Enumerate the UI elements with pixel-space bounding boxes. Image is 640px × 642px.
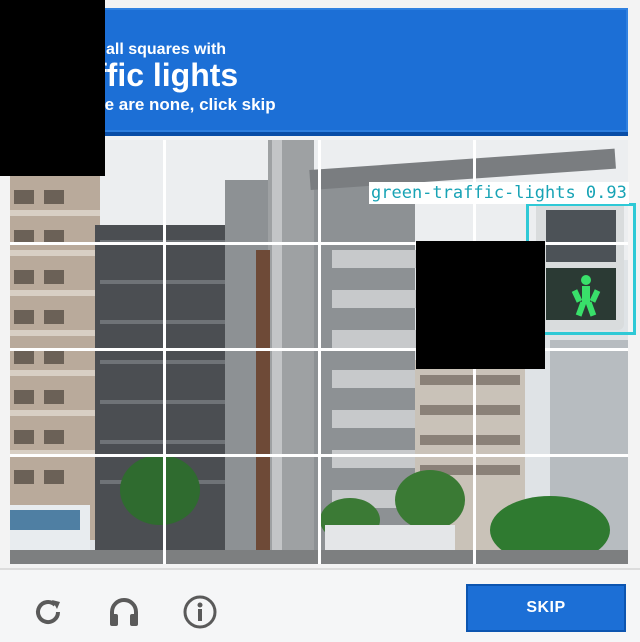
skip-button[interactable]: SKIP	[466, 584, 626, 632]
headphones-icon[interactable]	[104, 592, 144, 632]
grid-divider	[163, 140, 166, 564]
instruction-header: all squares with ffic lights re are none…	[14, 8, 628, 136]
grid-divider	[10, 454, 628, 457]
instruction-line-3: re are none, click skip	[98, 95, 276, 114]
captcha-footer: SKIP	[0, 568, 640, 642]
captcha-widget: all squares with ffic lights re are none…	[0, 0, 640, 642]
redaction-block	[0, 0, 105, 176]
detection-label: green-traffic-lights 0.93	[369, 182, 629, 204]
grid-divider	[318, 140, 321, 564]
redaction-block	[416, 241, 545, 369]
info-icon[interactable]	[180, 592, 220, 632]
instruction-target: ffic lights	[96, 57, 239, 93]
reload-icon[interactable]	[28, 592, 68, 632]
